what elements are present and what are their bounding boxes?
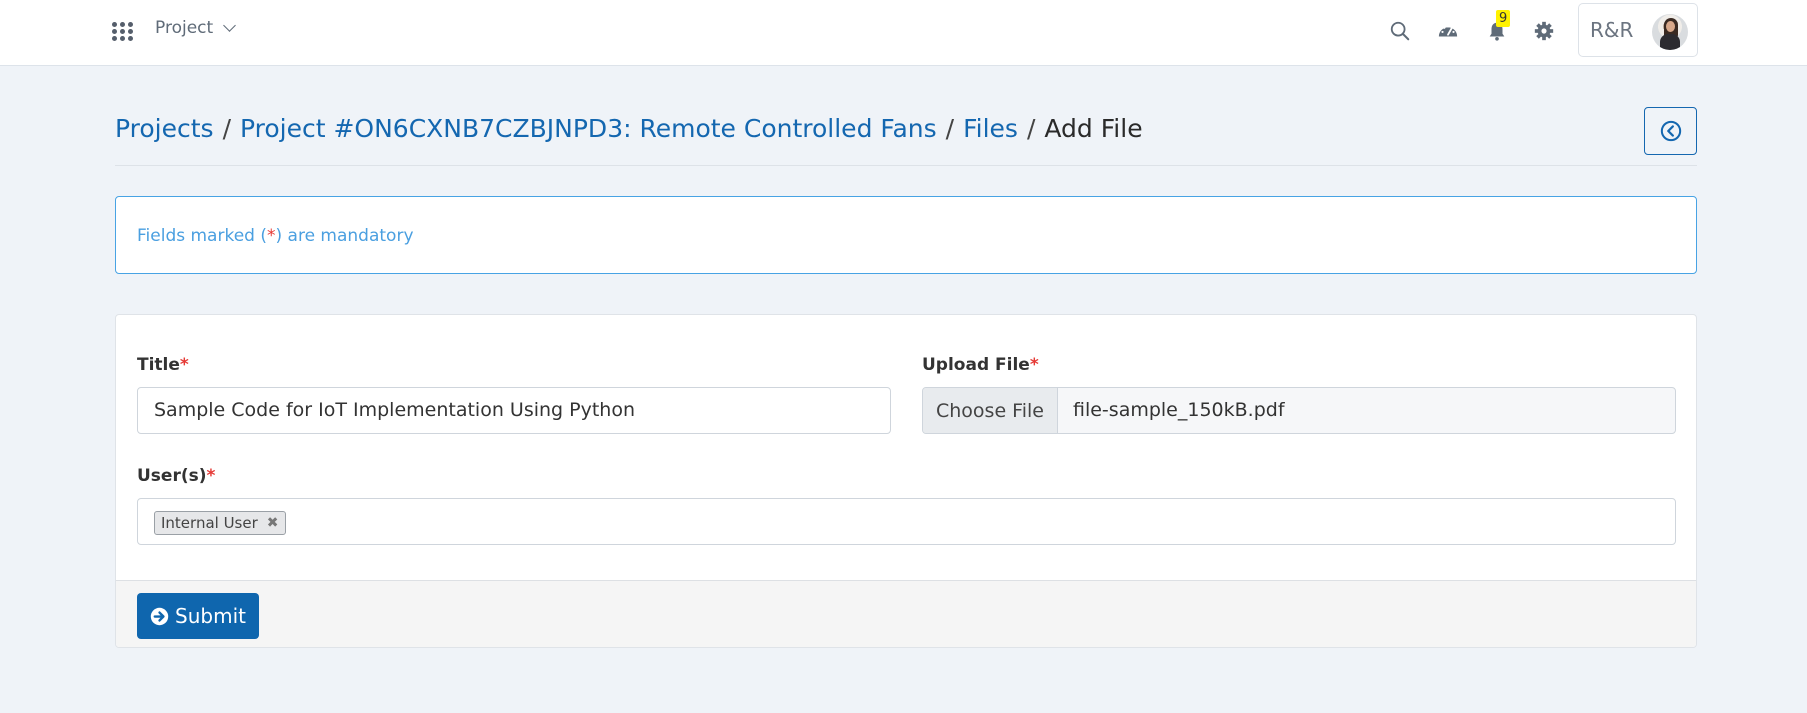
add-file-form: Title* Sample Code for IoT Implementatio… <box>115 314 1697 648</box>
selected-file-name: file-sample_150kB.pdf <box>1073 399 1285 421</box>
avatar <box>1652 14 1688 50</box>
project-menu-dropdown[interactable]: Project <box>155 18 237 38</box>
chevron-left-circle-icon <box>1660 120 1681 142</box>
notification-badge: 9 <box>1496 10 1511 27</box>
submit-label: Submit <box>175 604 246 628</box>
user-initials: R&R <box>1590 18 1634 42</box>
header-divider <box>115 165 1697 166</box>
upload-file-input[interactable]: Choose File file-sample_150kB.pdf <box>922 387 1676 434</box>
breadcrumb-current: Add File <box>1044 114 1143 143</box>
dashboard-icon[interactable] <box>1437 20 1459 42</box>
arrow-right-circle-icon <box>150 607 169 625</box>
breadcrumb-projects-link[interactable]: Projects <box>115 114 214 143</box>
project-menu-label: Project <box>155 18 214 38</box>
submit-button[interactable]: Submit <box>137 593 259 639</box>
title-input[interactable]: Sample Code for IoT Implementation Using… <box>137 387 891 434</box>
users-label: User(s)* <box>137 466 216 486</box>
gear-icon[interactable] <box>1533 20 1555 42</box>
back-button[interactable] <box>1644 107 1697 155</box>
title-label: Title* <box>137 355 189 375</box>
search-icon[interactable] <box>1389 20 1411 42</box>
remove-tag-icon[interactable]: ✖ <box>267 501 279 546</box>
breadcrumb-files-link[interactable]: Files <box>963 114 1018 143</box>
apps-grid-icon[interactable] <box>112 22 134 42</box>
breadcrumb: Projects / Project #ON6CXNB7CZBJNPD3: Re… <box>115 114 1143 143</box>
mandatory-fields-alert: Fields marked (*) are mandatory <box>115 196 1697 274</box>
selected-user-label: Internal User <box>161 513 258 532</box>
form-footer: Submit <box>116 580 1696 647</box>
breadcrumb-separator: / <box>1026 114 1036 143</box>
alert-text: Fields marked (*) are mandatory <box>137 226 414 246</box>
breadcrumb-separator: / <box>945 114 955 143</box>
breadcrumb-separator: / <box>222 114 231 143</box>
upload-file-label: Upload File* <box>922 355 1039 375</box>
breadcrumb-project-link[interactable]: Project #ON6CXNB7CZBJNPD3: Remote Contro… <box>240 114 937 143</box>
user-menu[interactable]: R&R <box>1578 3 1698 57</box>
choose-file-button[interactable]: Choose File <box>923 388 1058 433</box>
users-multiselect[interactable]: Internal User ✖ <box>137 498 1676 545</box>
chevron-down-icon <box>223 19 237 32</box>
top-navbar: Project 9 R&R <box>0 0 1807 66</box>
selected-user-tag: Internal User ✖ <box>154 511 286 535</box>
